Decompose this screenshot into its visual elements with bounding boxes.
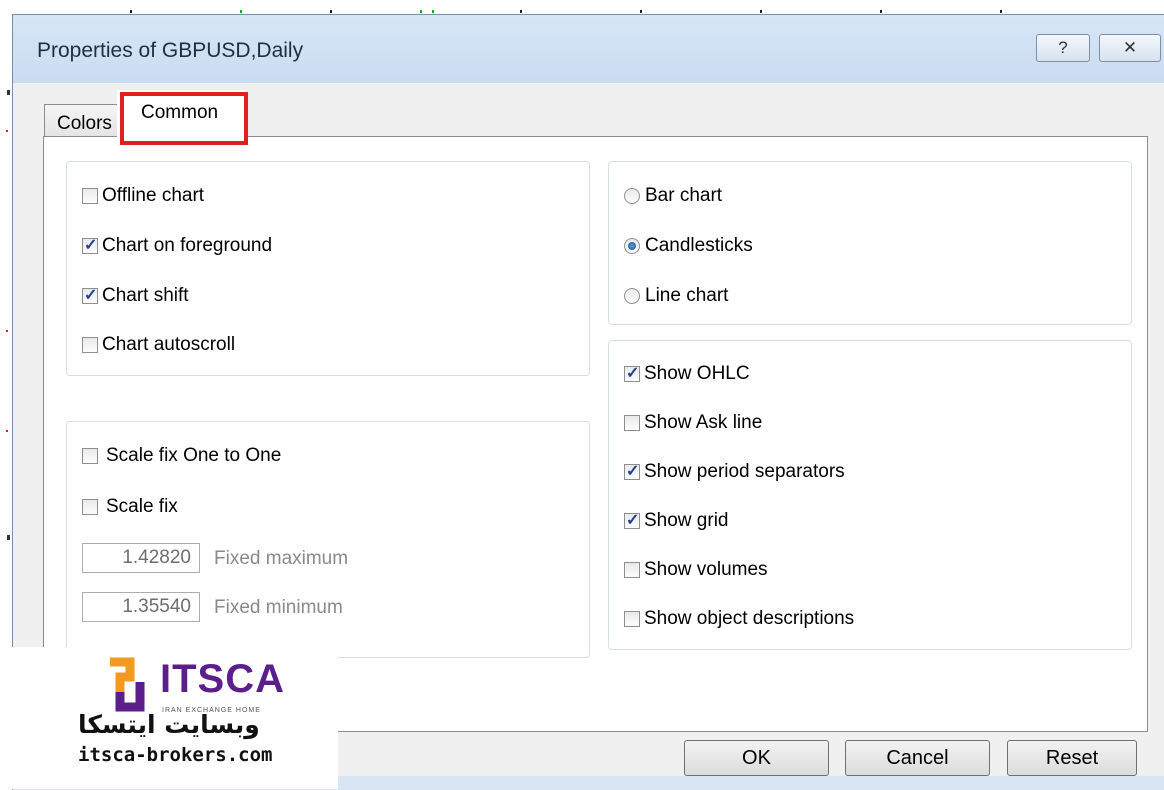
close-icon: ✕ — [1122, 38, 1138, 57]
help-button[interactable]: ? — [1036, 34, 1090, 62]
show-ohlc-checkbox[interactable] — [624, 363, 640, 383]
background-chart-top — [0, 0, 1164, 14]
chart-shift-checkbox[interactable] — [82, 285, 98, 305]
fixed-maximum-input[interactable] — [82, 543, 200, 573]
chart-autoscroll-option[interactable]: Chart autoscroll — [82, 334, 235, 356]
close-button[interactable]: ✕ — [1099, 34, 1161, 62]
scale-group: Scale fix One to One Scale fix Fixed max… — [66, 421, 590, 658]
fixed-maximum-label: Fixed maximum — [214, 548, 349, 569]
chart-autoscroll-checkbox[interactable] — [82, 337, 98, 353]
window-title: Properties of GBPUSD,Daily — [37, 39, 304, 62]
scale-fix-option[interactable]: Scale fix — [82, 496, 178, 518]
show-object-descriptions-checkbox[interactable] — [624, 611, 640, 627]
chart-on-foreground-option[interactable]: Chart on foreground — [82, 235, 272, 257]
fixed-minimum-input[interactable] — [82, 592, 200, 622]
show-ohlc-label: Show OHLC — [644, 363, 750, 384]
chart-shift-label: Chart shift — [102, 285, 189, 306]
itsca-watermark: ITSCA IRAN EXCHANGE HOME وبسایت ایتسکا i… — [10, 647, 338, 789]
line-chart-option[interactable]: Line chart — [624, 285, 728, 307]
line-chart-label: Line chart — [645, 285, 729, 306]
help-icon: ? — [1058, 38, 1068, 57]
show-grid-option[interactable]: Show grid — [624, 510, 729, 532]
chart-shift-option[interactable]: Chart shift — [82, 285, 189, 307]
reset-button[interactable]: Reset — [1007, 740, 1137, 776]
show-object-descriptions-label: Show object descriptions — [644, 608, 855, 629]
scale-fix-checkbox[interactable] — [82, 499, 98, 515]
tab-common-label: Common — [141, 102, 219, 123]
ok-button[interactable]: OK — [684, 740, 829, 776]
candlesticks-radio[interactable] — [624, 238, 640, 254]
show-volumes-option[interactable]: Show volumes — [624, 559, 768, 581]
title-bar: Properties of GBPUSD,Daily ? ✕ — [13, 15, 1164, 83]
tab-common[interactable]: Common — [117, 90, 245, 137]
chart-on-foreground-label: Chart on foreground — [102, 235, 273, 256]
show-grid-checkbox[interactable] — [624, 510, 640, 530]
scale-fix-one-to-one-option[interactable]: Scale fix One to One — [82, 445, 281, 467]
candlesticks-option[interactable]: Candlesticks — [624, 235, 753, 257]
chart-on-foreground-checkbox[interactable] — [82, 235, 98, 255]
show-grid-label: Show grid — [644, 510, 729, 531]
scale-fix-one-to-one-checkbox[interactable] — [82, 448, 98, 464]
chart-type-group: Bar chart Candlesticks Line chart — [608, 161, 1132, 325]
show-volumes-label: Show volumes — [644, 559, 768, 580]
common-tab-panel: Offline chart Chart on foreground Chart … — [43, 136, 1148, 732]
show-volumes-checkbox[interactable] — [624, 562, 640, 578]
bar-chart-radio[interactable] — [624, 188, 640, 204]
show-ask-line-label: Show Ask line — [644, 412, 763, 433]
show-options-group: Show OHLC Show Ask line Show period sepa… — [608, 340, 1132, 650]
scale-fix-one-to-one-label: Scale fix One to One — [106, 445, 282, 466]
bar-chart-label: Bar chart — [645, 185, 723, 206]
show-ask-line-checkbox[interactable] — [624, 415, 640, 431]
fixed-minimum-label: Fixed minimum — [214, 597, 343, 618]
line-chart-radio[interactable] — [624, 288, 640, 304]
show-object-descriptions-option[interactable]: Show object descriptions — [624, 608, 854, 630]
show-period-separators-option[interactable]: Show period separators — [624, 461, 845, 483]
itsca-logo-icon — [110, 657, 145, 712]
cancel-button[interactable]: Cancel — [845, 740, 990, 776]
show-period-separators-checkbox[interactable] — [624, 461, 640, 481]
offline-chart-label: Offline chart — [102, 185, 205, 206]
bar-chart-option[interactable]: Bar chart — [624, 185, 722, 207]
show-ask-line-option[interactable]: Show Ask line — [624, 412, 762, 434]
offline-chart-checkbox[interactable] — [82, 188, 98, 204]
scale-fix-label: Scale fix — [106, 496, 178, 517]
tab-colors-label: Colors — [57, 113, 112, 134]
tab-colors[interactable]: Colors — [44, 104, 119, 138]
offline-chart-option[interactable]: Offline chart — [82, 185, 204, 207]
itsca-url: itsca-brokers.com — [78, 744, 273, 766]
show-period-separators-label: Show period separators — [644, 461, 845, 482]
candlesticks-label: Candlesticks — [645, 235, 753, 256]
chart-options-group: Offline chart Chart on foreground Chart … — [66, 161, 590, 376]
chart-autoscroll-label: Chart autoscroll — [102, 334, 236, 355]
itsca-persian-title: وبسایت ایتسکا — [78, 710, 260, 739]
itsca-brand: ITSCA — [160, 657, 285, 701]
show-ohlc-option[interactable]: Show OHLC — [624, 363, 750, 385]
